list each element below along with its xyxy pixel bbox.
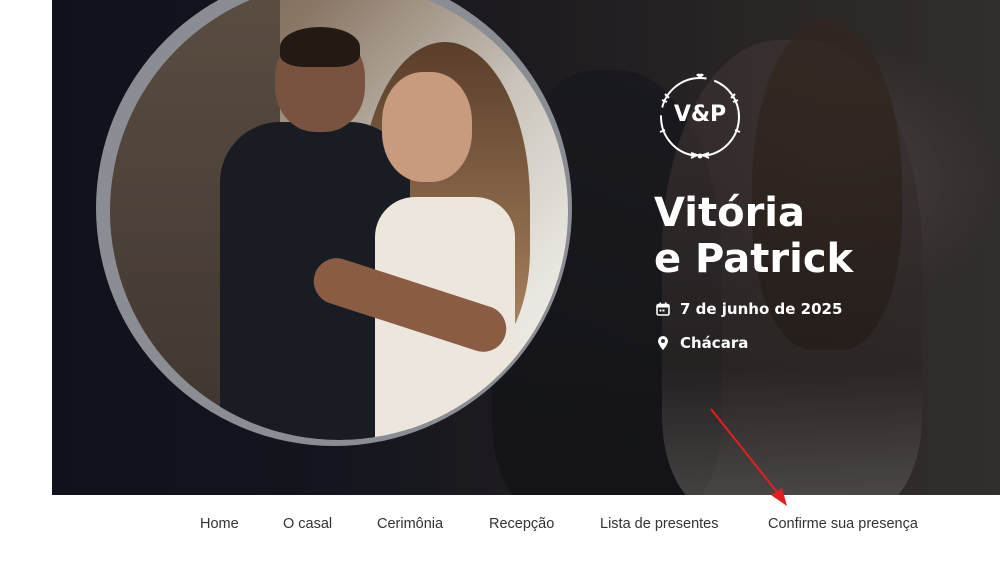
couple-photo <box>110 0 568 440</box>
couple-name-line2: e Patrick <box>654 236 854 282</box>
event-date: 7 de junho de 2025 <box>656 300 842 318</box>
nav-item-confirme-presenca[interactable]: Confirme sua presença <box>768 516 918 532</box>
couple-names: Vitória e Patrick <box>654 190 853 282</box>
couple-name-line1: Vitória <box>654 190 805 236</box>
event-location: Chácara <box>656 334 748 352</box>
nav-item-recepcao[interactable]: Recepção <box>489 516 554 532</box>
calendar-icon <box>656 302 670 316</box>
main-navigation: Home O casal Cerimônia Recepção Lista de… <box>0 516 1000 538</box>
monogram-text: V&P <box>673 102 727 127</box>
event-location-text: Chácara <box>680 334 749 352</box>
nav-item-home[interactable]: Home <box>200 516 239 532</box>
hero-banner: V&P Vitória e Patrick 7 de junho de 2025… <box>52 0 1000 495</box>
nav-item-lista-de-presentes[interactable]: Lista de presentes <box>600 516 719 532</box>
event-date-text: 7 de junho de 2025 <box>680 300 843 318</box>
map-pin-icon <box>658 336 668 350</box>
nav-item-o-casal[interactable]: O casal <box>283 516 332 532</box>
monogram-logo: V&P <box>655 72 745 162</box>
nav-item-cerimonia[interactable]: Cerimônia <box>377 516 443 532</box>
